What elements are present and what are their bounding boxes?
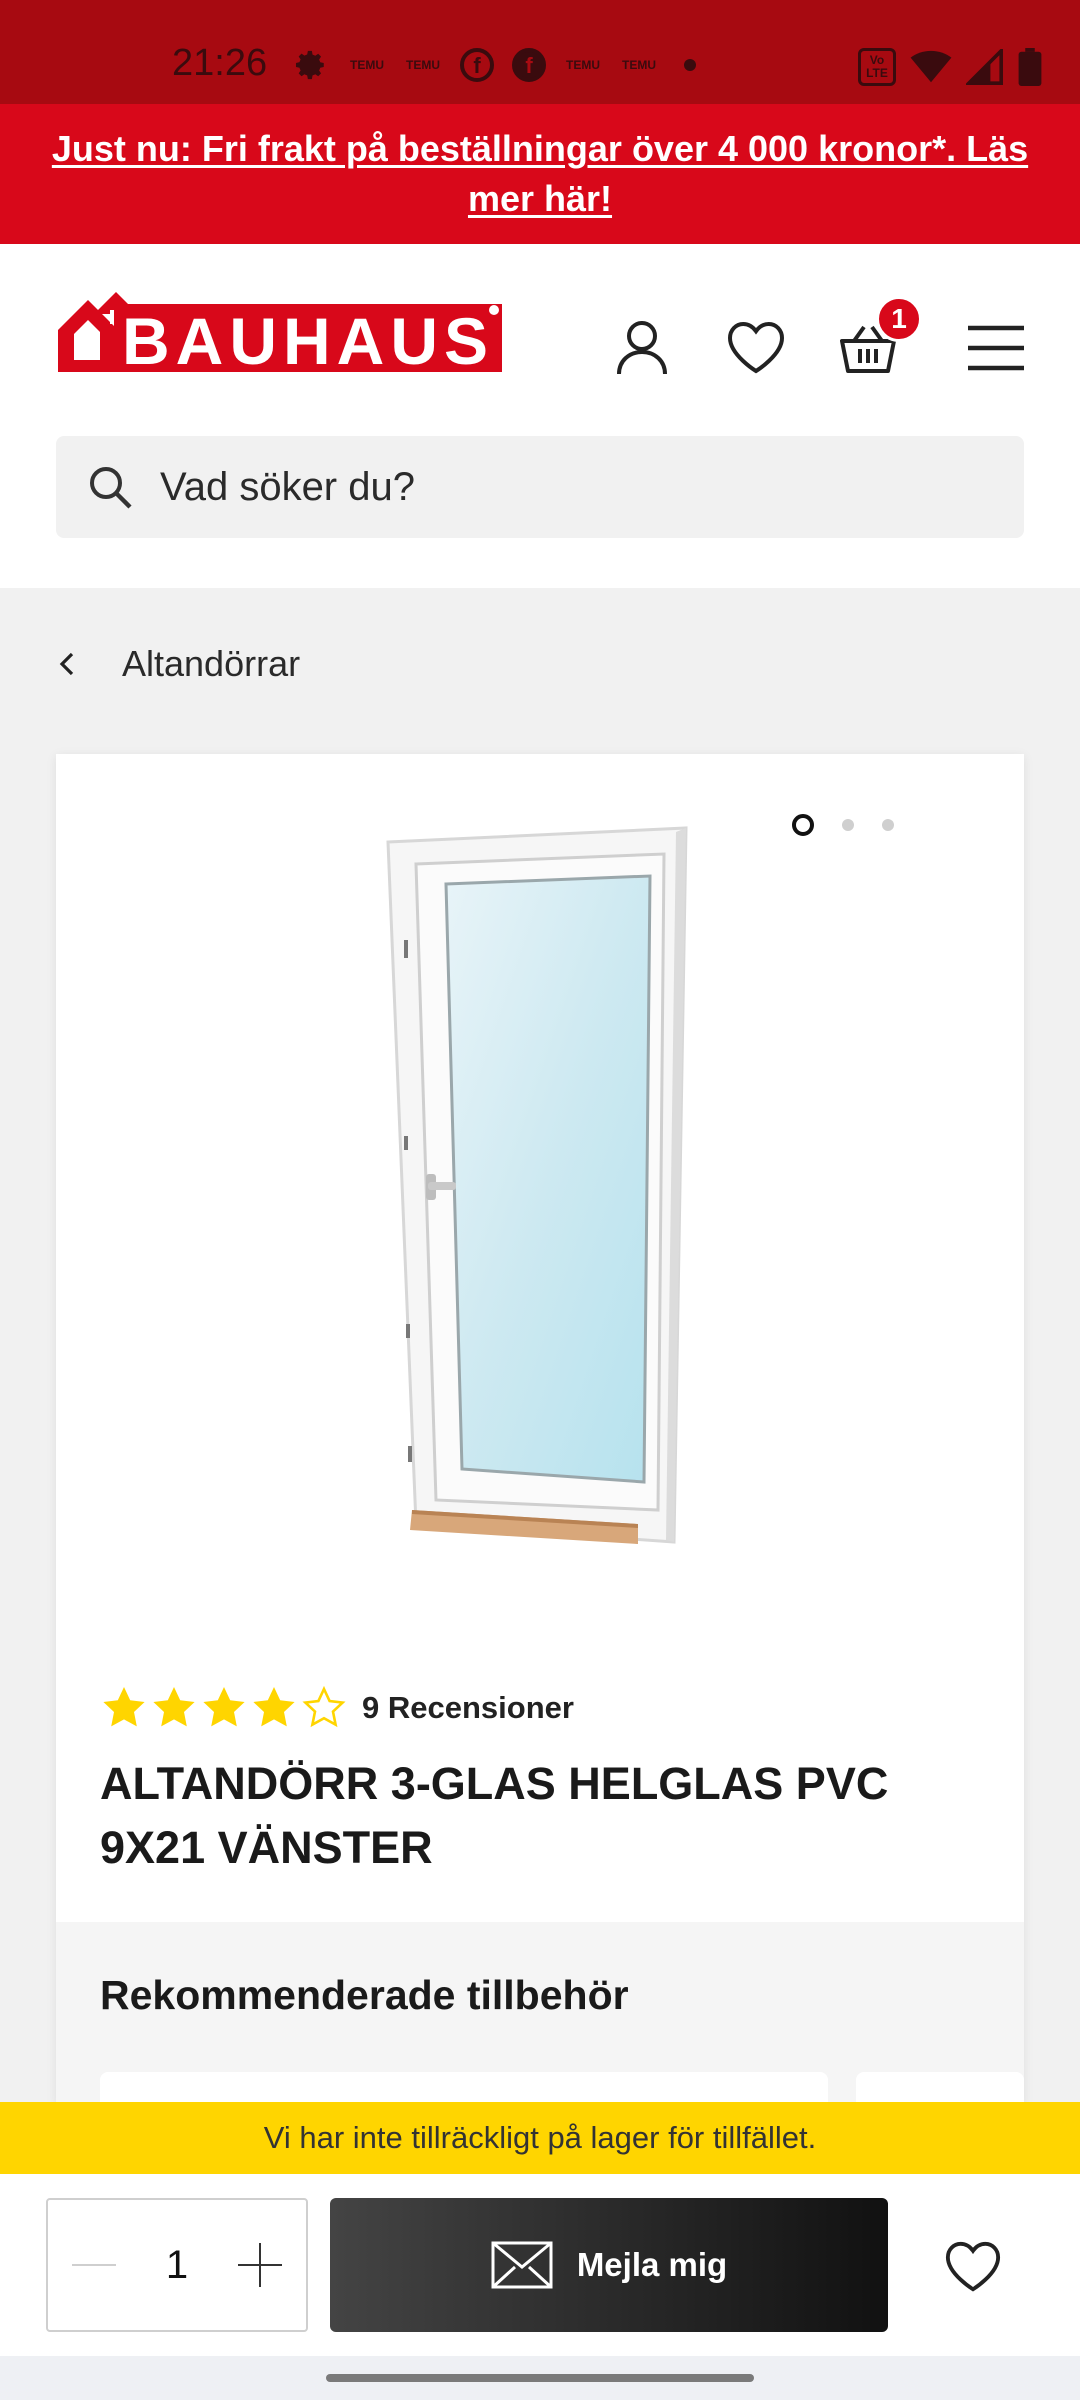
product-title: ALTANDÖRR 3-GLAS HELGLAS PVC 9X21 VÄNSTE… (100, 1758, 889, 1873)
wifi-icon (910, 50, 952, 83)
quantity-stepper: 1 (46, 2198, 308, 2332)
bottom-action-bar: 1 Mejla mig (0, 2174, 1080, 2356)
temu-icon: TEMU (622, 57, 656, 72)
increase-quantity-button[interactable] (236, 2241, 284, 2289)
product-image[interactable] (376, 824, 716, 1564)
reviews-count[interactable]: 9 Recensioner (362, 1690, 574, 1726)
temu-icon: TEMU (406, 57, 440, 72)
star-filled-icon (103, 1687, 145, 1727)
facebook-icon: f (460, 48, 494, 82)
cart-basket-icon[interactable]: 1 (836, 296, 922, 380)
status-bar: 21:26 TEMU TEMU f f TEMU TEMU Vo LTE (0, 0, 1080, 104)
decrease-quantity-button[interactable] (70, 2241, 118, 2289)
product-rating[interactable]: 9 Recensioner (100, 1684, 574, 1732)
promo-link[interactable]: Just nu: Fri frakt på beställningar över… (40, 124, 1040, 224)
quantity-value[interactable]: 1 (166, 2243, 188, 2288)
hamburger-menu-icon[interactable] (964, 316, 1028, 380)
star-filled-icon (153, 1687, 195, 1727)
chevron-left-icon (59, 652, 74, 676)
email-me-label: Mejla mig (576, 2246, 728, 2283)
account-icon[interactable] (610, 316, 674, 380)
home-indicator[interactable] (326, 2374, 754, 2382)
status-time: 21:26 (172, 42, 268, 84)
bauhaus-logo[interactable]: BAUHAUS (54, 284, 506, 378)
stock-message: Vi har inte tillräckligt på lager för ti… (263, 2120, 817, 2155)
temu-icon: TEMU (566, 57, 600, 72)
battery-icon (1018, 48, 1042, 86)
search-icon (90, 467, 132, 509)
add-to-wishlist-heart-icon[interactable] (944, 2240, 1002, 2294)
carousel-dot[interactable] (842, 819, 854, 831)
facebook-icon: f (512, 48, 546, 82)
accessories-heading: Rekommenderade tillbehör (100, 1972, 629, 2018)
system-nav-area (0, 2356, 1080, 2400)
carousel-dot[interactable] (882, 819, 894, 831)
notification-icons: TEMU TEMU f f TEMU TEMU (292, 48, 696, 82)
temu-icon: TEMU (350, 57, 384, 72)
star-empty-icon (302, 1685, 346, 1728)
search-bar[interactable] (56, 436, 1024, 538)
star-filled-icon (203, 1687, 245, 1727)
breadcrumb[interactable]: Altandörrar (54, 636, 300, 692)
stock-warning-banner: Vi har inte tillräckligt på lager för ti… (0, 2102, 1080, 2174)
product-card: 9 Recensioner ALTANDÖRR 3-GLAS HELGLAS P… (56, 754, 1024, 2104)
rating-stars (100, 1684, 348, 1732)
brand-wordmark: BAUHAUS (122, 304, 494, 374)
wishlist-heart-icon[interactable] (724, 316, 788, 380)
star-filled-icon (253, 1687, 295, 1727)
envelope-icon (491, 2241, 553, 2289)
recommended-accessories: Rekommenderade tillbehör (56, 1922, 1024, 2104)
image-carousel-dots[interactable] (792, 814, 894, 836)
promo-banner: Just nu: Fri frakt på beställningar över… (0, 104, 1080, 244)
settings-icon (292, 48, 330, 82)
signal-icon (966, 49, 1003, 85)
accessory-card[interactable] (100, 2072, 828, 2104)
email-me-button[interactable]: Mejla mig (330, 2198, 888, 2332)
cart-count-badge: 1 (876, 296, 922, 342)
system-icons: Vo LTE (858, 48, 1042, 86)
volte-icon: Vo LTE (858, 48, 896, 86)
site-header: BAUHAUS 1 (0, 244, 1080, 588)
accessory-card[interactable] (856, 2072, 1024, 2104)
dot-icon (684, 59, 696, 71)
breadcrumb-label[interactable]: Altandörrar (122, 643, 300, 685)
search-input[interactable] (160, 464, 980, 510)
carousel-dot[interactable] (792, 814, 814, 836)
